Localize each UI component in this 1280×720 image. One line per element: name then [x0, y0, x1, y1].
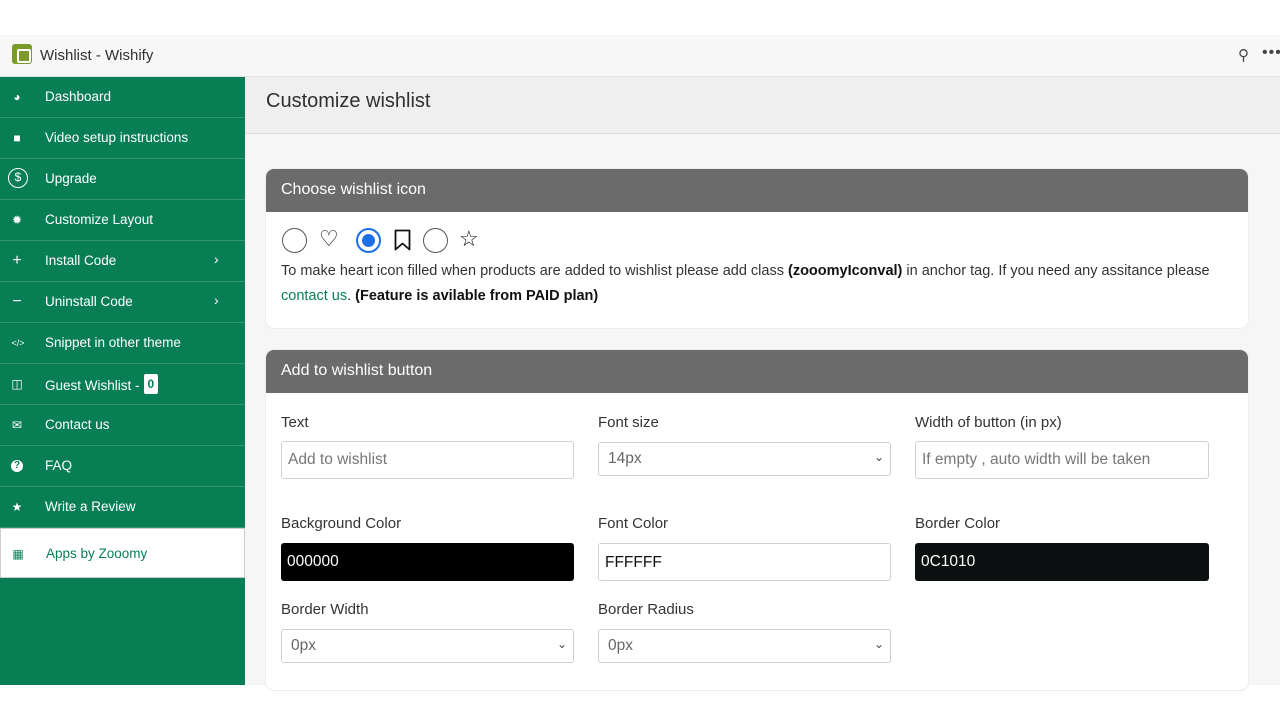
dollar-icon: $	[8, 168, 28, 188]
sidebar-item-snippet[interactable]: </> Snippet in other theme	[0, 323, 245, 364]
sidebar-item-video-setup[interactable]: ■ Video setup instructions	[0, 118, 245, 159]
icon-radio-heart[interactable]	[282, 228, 307, 253]
chevron-right-icon: ›	[214, 251, 219, 267]
dashboard-icon: ◕	[13, 90, 21, 104]
envelope-icon: ✉	[11, 418, 23, 432]
gear-icon: ✹	[11, 213, 23, 227]
sidebar-item-label: Guest Wishlist -0	[45, 374, 159, 396]
sidebar-item-label: Video setup instructions	[45, 130, 189, 145]
border-radius-select[interactable]: 0px ⌄	[598, 629, 891, 663]
font-color-input[interactable]: FFFFFF	[598, 543, 891, 581]
font-color-label: Font Color	[598, 515, 669, 532]
sidebar-item-label: Upgrade	[45, 171, 97, 186]
border-color-input[interactable]: 0C1010	[915, 543, 1209, 581]
border-width-select[interactable]: 0px ⌄	[281, 629, 574, 663]
sidebar-item-label: Contact us	[45, 417, 110, 432]
icon-radio-star[interactable]	[423, 228, 448, 253]
background-color-label: Background Color	[281, 515, 402, 532]
sidebar-item-upgrade[interactable]: $ Upgrade	[0, 159, 245, 200]
card-title: Choose wishlist icon	[266, 169, 1248, 212]
sidebar-item-guest-wishlist[interactable]: ◫ Guest Wishlist -0	[0, 364, 245, 405]
sidebar-item-dashboard[interactable]: ◕ Dashboard	[0, 77, 245, 118]
border-width-label: Border Width	[281, 601, 369, 618]
note-text: To make heart icon filled when products …	[281, 263, 784, 279]
code-icon: </>	[11, 338, 25, 348]
note-class-name: (zooomyIconval)	[787, 263, 903, 279]
sidebar-item-label: Install Code	[45, 253, 117, 268]
pin-icon[interactable]: ⚲	[1238, 46, 1249, 64]
card-title: Add to wishlist button	[266, 350, 1248, 393]
more-options-icon[interactable]: •••	[1262, 44, 1280, 62]
sidebar-item-label: FAQ	[45, 458, 73, 473]
guest-wishlist-text: Guest Wishlist -	[45, 378, 140, 393]
icon-radio-bookmark[interactable]	[356, 228, 381, 253]
title-bar: Wishlist - Wishify ⚲ •••	[0, 35, 1280, 77]
text-label: Text	[281, 414, 309, 431]
minus-icon: −	[12, 293, 22, 310]
sidebar-item-install-code[interactable]: + Install Code ›	[0, 241, 245, 282]
sidebar-item-uninstall-code[interactable]: − Uninstall Code ›	[0, 282, 245, 323]
border-radius-value: 0px	[608, 637, 633, 654]
background-color-input[interactable]: 000000	[281, 543, 574, 581]
note-text: .	[347, 288, 352, 304]
sidebar-item-customize-layout[interactable]: ✹ Customize Layout	[0, 200, 245, 241]
button-width-input[interactable]: If empty , auto width will be taken	[915, 441, 1209, 479]
border-color-label: Border Color	[915, 515, 1001, 532]
app-logo-icon	[12, 44, 32, 64]
columns-icon: ◫	[11, 377, 23, 391]
sidebar-item-label: Apps by Zooomy	[46, 546, 148, 561]
heart-outline-icon: ♡	[319, 226, 339, 251]
paid-plan-note: (Feature is avilable from PAID plan)	[355, 288, 599, 304]
contact-us-link[interactable]: contact us	[281, 288, 347, 304]
border-width-value: 0px	[291, 637, 316, 654]
button-text-input[interactable]: Add to wishlist	[281, 441, 574, 479]
width-label: Width of button (in px)	[915, 414, 1062, 431]
guest-wishlist-count-badge: 0	[143, 374, 159, 394]
main-content: Customize wishlist Choose wishlist icon …	[245, 77, 1280, 690]
chevron-right-icon: ›	[214, 292, 219, 308]
font-size-select[interactable]: 14px ⌄	[598, 442, 891, 476]
grid-icon: ▦	[12, 547, 24, 561]
note-text: in anchor tag. If you need any assitance…	[906, 263, 1210, 279]
chevron-down-icon: ⌄	[556, 637, 567, 651]
add-button-card: Add to wishlist button Text Add to wishl…	[266, 350, 1248, 690]
question-icon: ?	[11, 460, 23, 472]
sidebar-item-apps-by-zooomy[interactable]: ▦ Apps by Zooomy	[0, 528, 245, 578]
sidebar: ◕ Dashboard ■ Video setup instructions $…	[0, 77, 245, 685]
font-size-value: 14px	[608, 450, 642, 467]
sidebar-item-write-review[interactable]: ★ Write a Review	[0, 487, 245, 528]
sidebar-item-faq[interactable]: ? FAQ	[0, 446, 245, 487]
sidebar-item-label: Uninstall Code	[45, 294, 133, 309]
video-icon: ■	[13, 131, 21, 145]
chevron-down-icon: ⌄	[873, 450, 884, 464]
sidebar-item-contact-us[interactable]: ✉ Contact us	[0, 405, 245, 446]
border-radius-label: Border Radius	[598, 601, 694, 618]
sidebar-item-label: Write a Review	[45, 499, 136, 514]
sidebar-item-label: Dashboard	[45, 89, 112, 104]
app-window: Wishlist - Wishify ⚲ ••• ◕ Dashboard ■ V…	[0, 35, 1280, 690]
chevron-down-icon: ⌄	[873, 637, 884, 651]
page-header: Customize wishlist	[245, 77, 1280, 134]
sidebar-item-label: Customize Layout	[45, 212, 154, 227]
font-size-label: Font size	[598, 414, 659, 431]
star-icon: ★	[11, 500, 23, 514]
icon-instructions: To make heart icon filled when products …	[281, 259, 1231, 309]
sidebar-item-label: Snippet in other theme	[45, 335, 181, 350]
app-title: Wishlist - Wishify	[40, 47, 154, 64]
plus-icon: +	[12, 252, 22, 269]
choose-icon-card: Choose wishlist icon ♡ ☆ To make heart i…	[266, 169, 1248, 328]
page-title: Customize wishlist	[266, 90, 431, 112]
star-outline-icon: ☆	[459, 226, 479, 251]
